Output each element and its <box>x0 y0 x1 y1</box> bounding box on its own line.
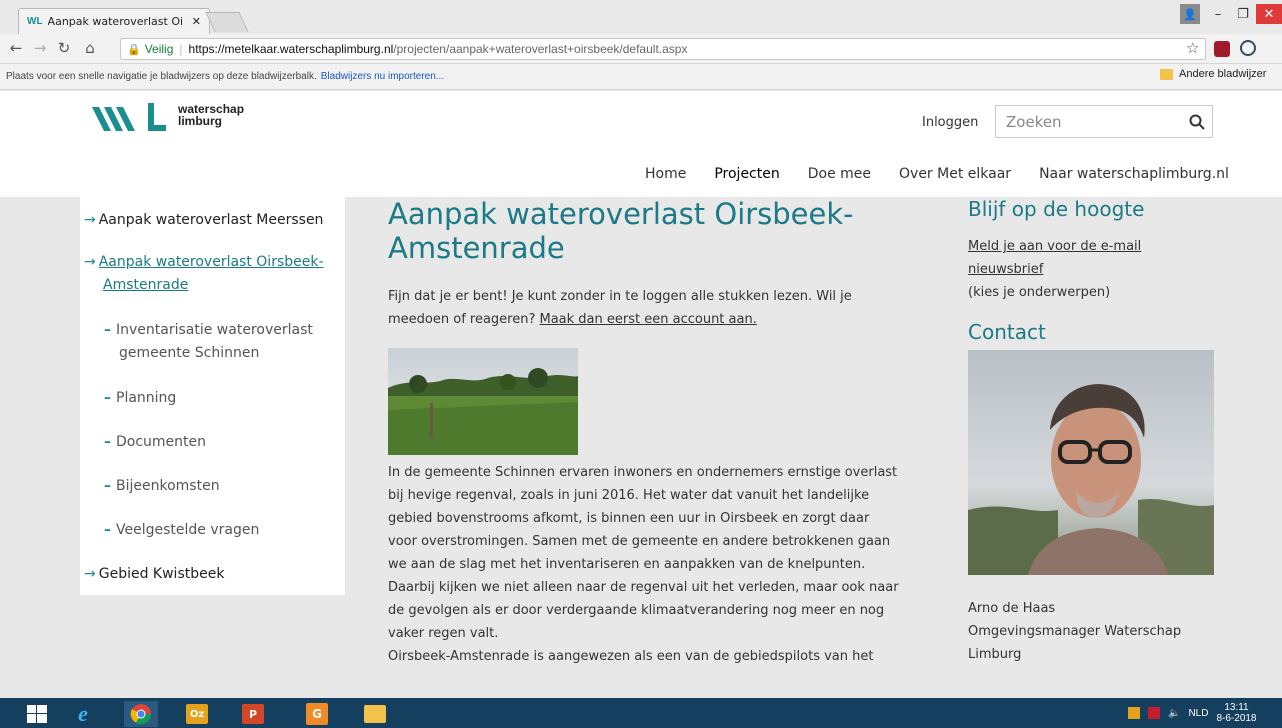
contact-name: Arno de Haas <box>968 601 1056 616</box>
browser-titlebar: WL Aanpak wateroverlast Oi ✕ 👤 – ❐ ✕ <box>0 0 1282 34</box>
folder-icon <box>1160 68 1173 80</box>
right-column: Blijf op de hoogte Meld je aan voor de e… <box>968 197 1218 666</box>
secure-label: Veilig <box>144 42 174 56</box>
topics-text: (kies je onderwerpen) <box>968 285 1111 300</box>
intro-text: Fijn dat je er bent! Je kunt zonder in t… <box>388 289 852 327</box>
browser-tab[interactable]: WL Aanpak wateroverlast Oi ✕ <box>18 8 210 34</box>
new-tab-button[interactable] <box>205 12 249 32</box>
login-link[interactable]: Inloggen <box>922 115 978 130</box>
sidebar-sub-veelgestelde-vragen[interactable]: – Veelgestelde vragen <box>104 519 259 542</box>
windows-start-icon[interactable] <box>20 701 54 727</box>
nav-home[interactable]: Home <box>645 166 686 182</box>
sidebar-item-meerssen[interactable]: → Aanpak wateroverlast Meerssen <box>84 209 323 232</box>
sidebar-item-oirsbeek[interactable]: → Aanpak wateroverlast Oirsbeek- Amstenra… <box>84 251 324 297</box>
waterschap-logo-icon <box>92 103 166 131</box>
other-bookmarks[interactable]: Andere bladwijzer <box>1160 68 1266 80</box>
user-profile-icon[interactable]: 👤 <box>1180 4 1200 24</box>
contact-heading: Contact <box>968 320 1046 344</box>
powerpoint-icon[interactable]: P <box>236 701 270 727</box>
clock[interactable]: 13:11 8-6-2018 <box>1216 702 1256 724</box>
newsletter-link[interactable]: Meld je aan voor de e-mail nieuwsbrief <box>968 239 1141 277</box>
contact-info: Arno de Haas Omgevingsmanager Waterschap… <box>968 597 1218 666</box>
browser-toolbar: ← → ↻ ⌂ 🔒 Veilig | https://metelkaar.wat… <box>0 34 1282 64</box>
nav-doe-mee[interactable]: Doe mee <box>808 166 871 182</box>
create-account-link[interactable]: Maak dan eerst een account aan. <box>540 312 757 327</box>
nav-projecten[interactable]: Projecten <box>714 166 779 182</box>
file-explorer-icon[interactable] <box>358 701 392 727</box>
search-placeholder: Zoeken <box>1006 112 1062 131</box>
forward-arrow-icon[interactable]: → <box>30 39 50 57</box>
newsletter-heading: Blijf op de hoogte <box>968 197 1145 221</box>
pdf-app-icon[interactable]: G <box>300 701 334 727</box>
import-bookmarks-link[interactable]: Bladwijzers nu importeren... <box>321 71 444 82</box>
extension-icon[interactable] <box>1240 40 1256 56</box>
url-path: /projecten/aanpak+wateroverlast+oirsbeek… <box>393 42 688 56</box>
contact-role: Omgevingsmanager Waterschap <box>968 624 1182 639</box>
lock-icon: 🔒 <box>127 43 141 56</box>
close-window-icon[interactable]: ✕ <box>1256 4 1282 24</box>
arrow-right-icon: → <box>84 212 96 228</box>
search-input[interactable]: Zoeken <box>995 105 1213 138</box>
address-bar[interactable]: 🔒 Veilig | https://metelkaar.waterschapl… <box>120 38 1206 60</box>
tray-outlook-icon[interactable] <box>1128 707 1140 719</box>
nav-waterschaplimburg[interactable]: Naar waterschaplimburg.nl <box>1039 166 1229 182</box>
internet-explorer-icon[interactable]: e <box>66 701 100 727</box>
site-favicon-icon: WL <box>27 16 43 27</box>
bookmarks-bar: Plaats voor een snelle navigatie je blad… <box>0 64 1282 90</box>
contact-avatar <box>968 350 1214 575</box>
outlook-icon[interactable]: Oz <box>180 701 214 727</box>
url-host: https://metelkaar.waterschaplimburg.nl <box>188 42 394 56</box>
chrome-icon[interactable] <box>124 701 158 727</box>
restore-icon[interactable]: ❐ <box>1232 4 1254 24</box>
logo-text: limburg <box>178 114 222 128</box>
arrow-right-icon: → <box>84 254 96 270</box>
landscape-photo <box>388 348 578 455</box>
sidebar-sub-inventarisatie[interactable]: – Inventarisatie wateroverlast gemeente S… <box>104 319 313 365</box>
arrow-right-icon: → <box>84 566 96 582</box>
sidebar-sub-planning[interactable]: – Planning <box>104 387 176 410</box>
back-arrow-icon[interactable]: ← <box>6 39 26 57</box>
home-icon[interactable]: ⌂ <box>80 39 100 57</box>
language-indicator[interactable]: NLD <box>1188 708 1208 719</box>
nav-over-met-elkaar[interactable]: Over Met elkaar <box>899 166 1011 182</box>
web-page: waterschap limburg Inloggen Zoeken Home … <box>0 91 1282 698</box>
extension-icon[interactable] <box>1214 41 1230 57</box>
sidebar-sub-documenten[interactable]: – Documenten <box>104 431 206 454</box>
bookmarks-hint: Plaats voor een snelle navigatie je blad… <box>6 71 317 82</box>
site-header: waterschap limburg Inloggen Zoeken Home … <box>0 91 1282 197</box>
main-content: Aanpak wateroverlast Oirsbeek- Amstenrad… <box>388 197 933 668</box>
newsletter-block: Meld je aan voor de e-mail nieuwsbrief (k… <box>968 235 1218 304</box>
main-nav: Home Projecten Doe mee Over Met elkaar N… <box>645 166 1257 182</box>
tray-antivirus-icon[interactable] <box>1148 707 1160 719</box>
sidebar-sub-bijeenkomsten[interactable]: – Bijeenkomsten <box>104 475 220 498</box>
site-logo[interactable]: waterschap limburg <box>92 99 244 135</box>
minimize-icon[interactable]: – <box>1207 4 1229 24</box>
sidebar-nav: → Aanpak wateroverlast Meerssen → Aanpak w… <box>80 197 345 595</box>
body-text: In de gemeente Schinnen ervaren inwoners… <box>388 465 899 664</box>
reload-icon[interactable]: ↻ <box>54 39 74 57</box>
volume-icon[interactable]: 🔈 <box>1168 708 1180 719</box>
tab-title: Aanpak wateroverlast Oi <box>47 15 184 28</box>
sidebar-item-kwistbeek[interactable]: → Gebied Kwistbeek <box>84 563 224 586</box>
search-icon[interactable] <box>1182 114 1212 130</box>
close-tab-icon[interactable]: ✕ <box>192 15 201 28</box>
system-tray: 🔈 NLD 13:11 8-6-2018 <box>1128 698 1257 728</box>
page-title: Aanpak wateroverlast Oirsbeek- Amstenrad… <box>388 197 854 265</box>
bookmark-star-icon[interactable]: ☆ <box>1186 39 1199 57</box>
windows-taskbar: e Oz P G 🔈 NLD 13:11 8-6-2018 <box>0 698 1282 728</box>
